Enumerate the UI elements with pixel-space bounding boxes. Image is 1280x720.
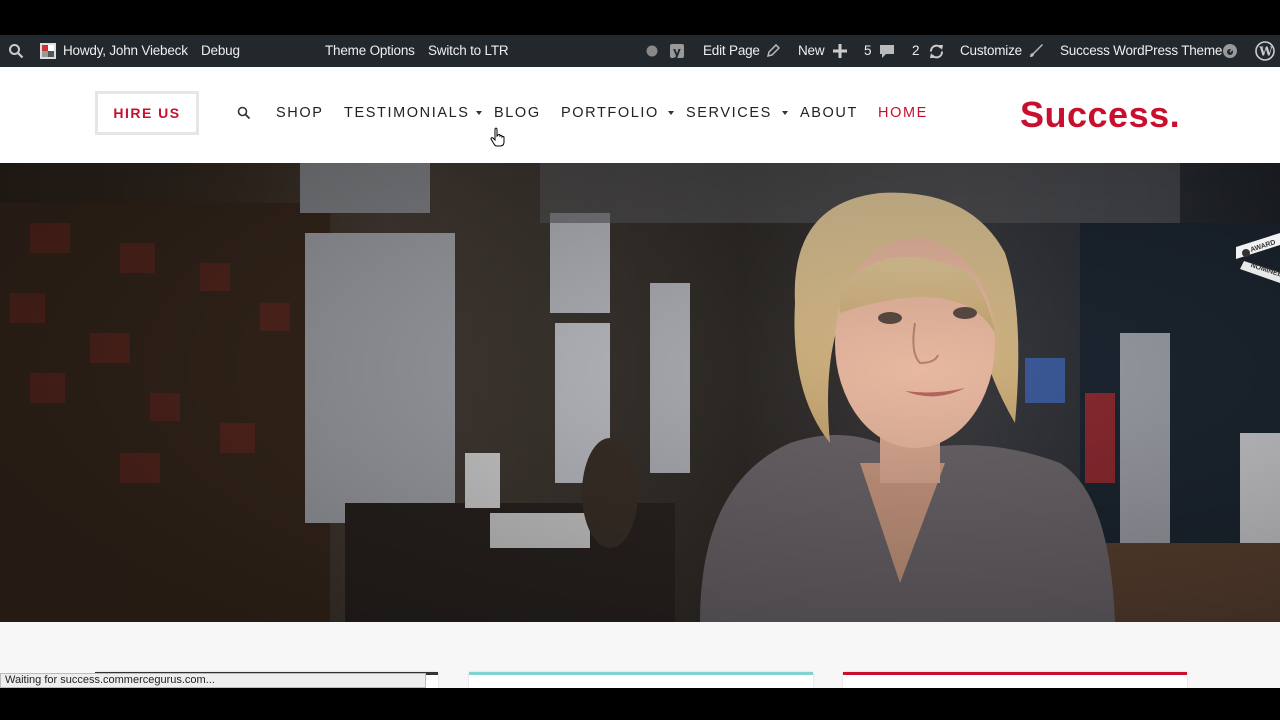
edit-page-link[interactable]: Edit Page — [703, 35, 760, 67]
chevron-down-icon — [668, 111, 674, 115]
new-content-link[interactable]: New — [798, 35, 825, 67]
svg-text:y: y — [673, 45, 681, 59]
video-letterbox-top — [0, 0, 1280, 35]
customize-link[interactable]: Customize — [960, 35, 1022, 67]
site-header: HIRE US SHOP TESTIMONIALS BLOG PORTFOLIO… — [0, 67, 1280, 163]
dashboard-icon[interactable] — [1221, 35, 1239, 67]
brush-icon — [1027, 35, 1045, 67]
wordpress-logo-icon[interactable]: W — [1254, 35, 1276, 67]
pencil-icon — [765, 35, 781, 67]
chevron-down-icon — [782, 111, 788, 115]
comments-count[interactable]: 5 — [864, 35, 872, 67]
nav-shop[interactable]: SHOP — [276, 105, 324, 121]
admin-bar: Howdy, John Viebeck Debug Theme Options … — [0, 35, 1280, 67]
refresh-icon[interactable] — [926, 35, 946, 67]
switch-ltr-link[interactable]: Switch to LTR — [428, 35, 509, 67]
hire-us-button[interactable]: HIRE US — [95, 91, 199, 135]
comment-icon[interactable] — [878, 35, 896, 67]
status-dot-icon[interactable] — [645, 35, 659, 67]
browser-status-bar: Waiting for success.commercegurus.com... — [0, 673, 426, 688]
hero-image: AWARD NOMINEE — [0, 163, 1280, 622]
chevron-down-icon — [476, 111, 482, 115]
avatar[interactable] — [39, 35, 57, 67]
svg-text:W: W — [1258, 45, 1273, 59]
hand-cursor-icon — [490, 127, 506, 152]
nav-about[interactable]: ABOUT — [800, 105, 858, 121]
video-letterbox-bottom — [0, 688, 1280, 720]
updates-count[interactable]: 2 — [912, 35, 920, 67]
search-icon[interactable] — [237, 106, 251, 125]
site-name-link[interactable]: Success WordPress Theme — [1060, 35, 1222, 67]
yoast-icon[interactable]: y — [668, 35, 688, 67]
theme-options-link[interactable]: Theme Options — [325, 35, 415, 67]
nav-services[interactable]: SERVICES — [686, 105, 772, 121]
nav-home[interactable]: HOME — [878, 105, 928, 121]
nav-blog[interactable]: BLOG — [494, 105, 541, 121]
nav-testimonials[interactable]: TESTIMONIALS — [344, 105, 470, 121]
howdy-user[interactable]: Howdy, John Viebeck — [63, 35, 188, 67]
plus-icon — [832, 35, 848, 67]
nav-portfolio[interactable]: PORTFOLIO — [561, 105, 659, 121]
site-logo[interactable]: Success. — [1020, 94, 1180, 136]
debug-menu[interactable]: Debug — [201, 35, 240, 67]
search-icon[interactable] — [6, 35, 26, 67]
